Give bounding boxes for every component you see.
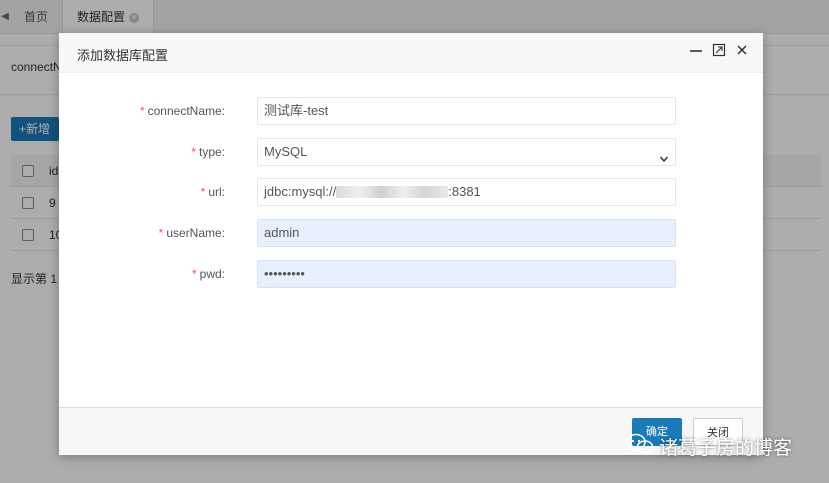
form-row-pwd: * pwd: •••••••••: [59, 260, 763, 288]
watermark-text: 诸葛子房的博客: [659, 438, 793, 460]
redacted-host: [336, 185, 449, 198]
url-label: * url:: [201, 185, 225, 199]
required-marker: *: [191, 267, 197, 281]
form-row-connect-name: * connectName: 测试库-test: [59, 97, 763, 125]
wechat-icon: [625, 432, 655, 466]
add-db-config-dialog: 添加数据库配置 * connectName: 测试库-test * type: My…: [59, 33, 763, 455]
close-icon[interactable]: [733, 43, 751, 61]
required-marker: *: [158, 226, 164, 240]
minimize-icon[interactable]: [687, 43, 705, 61]
required-marker: *: [200, 185, 206, 199]
dialog-title: 添加数据库配置: [77, 48, 169, 63]
maximize-icon[interactable]: [710, 43, 728, 61]
url-input[interactable]: jdbc:mysql:// :8381: [257, 178, 676, 206]
required-marker: *: [139, 104, 145, 118]
form-row-user-name: * userName: admin: [59, 219, 763, 247]
type-label-text: type:: [198, 145, 225, 159]
dialog-header[interactable]: 添加数据库配置: [59, 33, 763, 73]
form-row-url: * url: jdbc:mysql:// :8381: [59, 178, 763, 206]
user-name-label: * userName:: [159, 226, 225, 240]
user-name-label-text: userName:: [166, 226, 225, 240]
type-label: * type:: [191, 145, 225, 159]
connect-name-input[interactable]: 测试库-test: [257, 97, 676, 125]
chevron-down-icon: [659, 147, 669, 163]
pwd-input[interactable]: •••••••••: [257, 260, 676, 288]
url-label-text: url:: [208, 185, 225, 199]
required-marker: *: [191, 145, 196, 159]
form-row-type: * type: MySQL: [59, 138, 763, 166]
blog-watermark: 诸葛子房的博客: [625, 432, 792, 462]
type-selected-value: MySQL: [264, 144, 308, 159]
user-name-input[interactable]: admin: [257, 219, 676, 247]
pwd-label: * pwd:: [192, 267, 225, 281]
connect-name-label-text: connectName:: [147, 104, 225, 118]
connect-name-label: * connectName:: [140, 104, 225, 118]
pwd-label-text: pwd:: [199, 267, 225, 281]
url-prefix: jdbc:mysql://: [264, 184, 337, 199]
type-select[interactable]: MySQL: [257, 138, 676, 166]
url-suffix: :8381: [448, 184, 481, 199]
